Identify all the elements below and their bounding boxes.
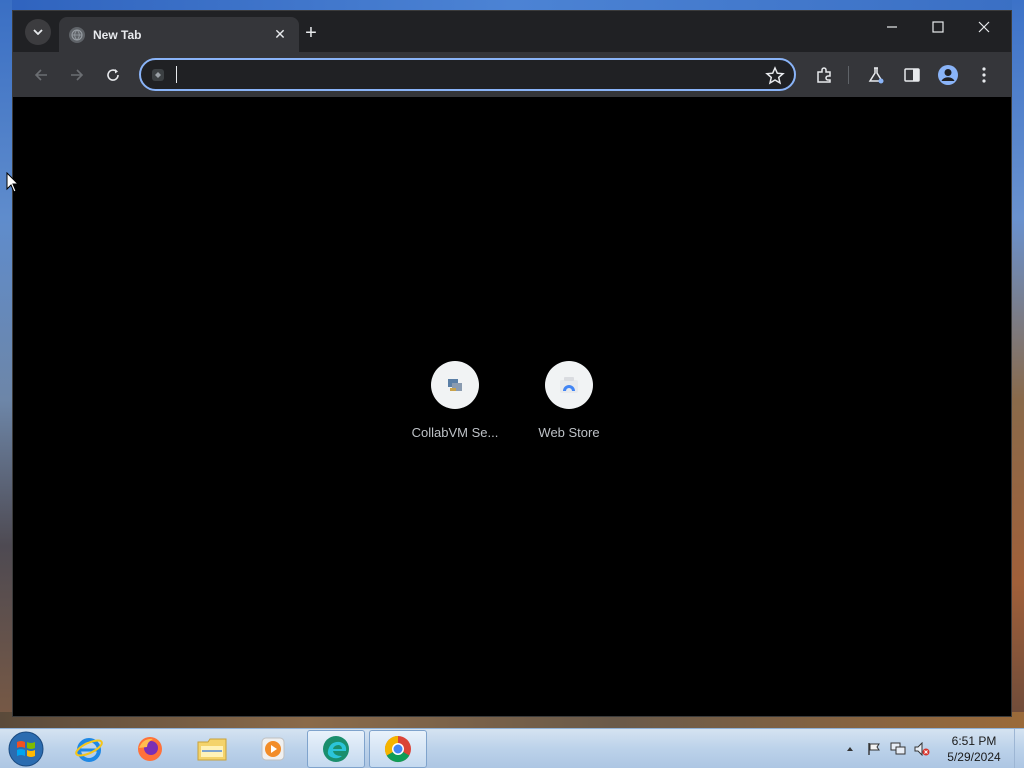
shortcut-tile (431, 361, 479, 409)
new-tab-page: CollabVM Se... Web Store (13, 97, 1011, 716)
reload-button[interactable] (100, 62, 126, 88)
taskbar-internet-explorer[interactable] (60, 730, 118, 768)
file-explorer-icon (197, 738, 227, 761)
globe-icon (69, 26, 85, 43)
taskbar-firefox[interactable] (121, 730, 179, 768)
flag-icon (868, 743, 880, 755)
tray-network[interactable] (890, 741, 906, 757)
close-icon (978, 21, 990, 33)
chrome-lock-icon (152, 69, 164, 81)
minimize-button[interactable] (869, 11, 915, 43)
firefox-icon (138, 737, 162, 761)
arrow-left-icon (34, 69, 47, 81)
collabvm-icon (448, 379, 462, 391)
tray-expand-button[interactable] (842, 741, 858, 757)
toolbar-separator (848, 66, 849, 84)
network-icon (890, 742, 906, 755)
minimize-icon (887, 26, 897, 28)
taskbar-clock[interactable]: 6:51 PM 5/29/2024 (938, 733, 1010, 765)
clock-time: 6:51 PM (951, 734, 997, 748)
chevron-up-icon (847, 747, 853, 751)
avatar-icon (938, 65, 958, 85)
mouse-pointer-icon (6, 172, 20, 193)
profile-button[interactable] (935, 62, 961, 88)
taskbar-edge[interactable] (307, 730, 365, 768)
labs-button[interactable] (863, 62, 889, 88)
shortcut-tile (545, 361, 593, 409)
browser-toolbar (13, 52, 1011, 97)
edge-icon (323, 736, 349, 762)
side-panel-button[interactable] (899, 62, 925, 88)
forward-button[interactable] (64, 62, 90, 88)
desktop-wallpaper-top (0, 0, 1024, 10)
clock-date: 5/29/2024 (947, 750, 1001, 764)
desktop-wallpaper-left (0, 0, 12, 728)
extensions-button[interactable] (811, 62, 837, 88)
address-bar[interactable] (139, 58, 796, 91)
shortcut-collabvm[interactable]: CollabVM Se... (405, 361, 505, 440)
taskbar: 6:51 PM 5/29/2024 (0, 728, 1024, 768)
desktop-wallpaper-right (1012, 0, 1024, 728)
tab-search-button[interactable] (25, 19, 51, 45)
chevron-down-icon (33, 29, 43, 35)
media-player-icon (261, 737, 285, 761)
web-store-icon (560, 377, 578, 393)
start-button[interactable] (6, 730, 46, 768)
maximize-button[interactable] (915, 11, 961, 43)
taskbar-file-explorer[interactable] (183, 730, 241, 768)
volume-muted-icon (914, 742, 930, 756)
menu-button[interactable] (971, 62, 997, 88)
tray-volume[interactable] (914, 741, 930, 757)
puzzle-icon (817, 67, 831, 83)
shortcut-label: CollabVM Se... (411, 425, 499, 440)
tab-close-icon[interactable]: ✕ (271, 26, 289, 43)
chrome-icon (384, 735, 411, 763)
reload-icon (107, 69, 119, 81)
internet-explorer-icon (75, 738, 103, 762)
windows-start-icon (8, 731, 44, 767)
close-window-button[interactable] (961, 11, 1007, 43)
flask-icon (868, 67, 884, 84)
browser-titlebar: New Tab ✕ + (13, 11, 1011, 52)
text-caret (176, 66, 177, 83)
shortcut-web-store[interactable]: Web Store (519, 361, 619, 440)
new-tab-button[interactable]: + (299, 21, 323, 45)
taskbar-media-player[interactable] (244, 730, 302, 768)
maximize-icon (932, 21, 944, 33)
tab-new-tab[interactable]: New Tab ✕ (59, 17, 299, 52)
back-button[interactable] (28, 62, 54, 88)
address-input[interactable] (175, 64, 735, 86)
tab-title: New Tab (93, 27, 142, 42)
taskbar-chrome[interactable] (369, 730, 427, 768)
tray-action-center[interactable] (866, 741, 882, 757)
side-panel-icon (904, 68, 920, 82)
bookmark-star-icon[interactable] (764, 65, 786, 87)
arrow-right-icon (71, 69, 84, 81)
show-desktop-button[interactable] (1014, 729, 1024, 768)
shortcut-label: Web Store (538, 425, 600, 440)
browser-window: New Tab ✕ + CollabVM Se... Web Store (12, 10, 1012, 717)
kebab-menu-icon (982, 67, 986, 83)
